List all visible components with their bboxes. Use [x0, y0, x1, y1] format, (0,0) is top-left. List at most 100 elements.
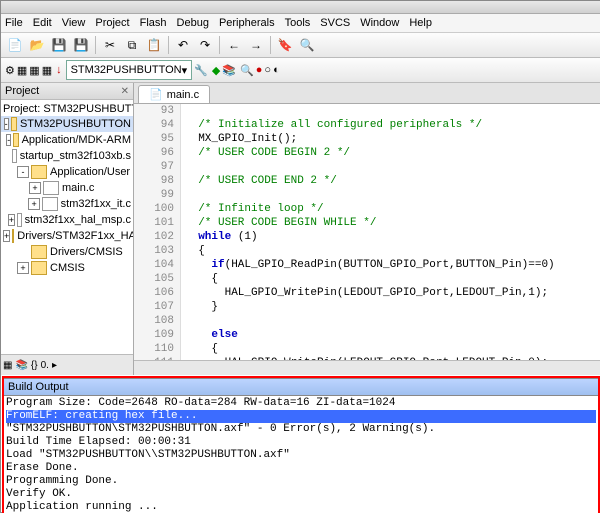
close-icon[interactable]: ✕ — [121, 86, 129, 97]
tree-item[interactable]: + stm32f1xx_it.c — [1, 196, 133, 212]
tree-item-label: Application/MDK-ARM — [22, 134, 131, 146]
toolbar-separator — [95, 36, 96, 54]
tree-item-label: Drivers/CMSIS — [50, 246, 123, 258]
tree-item[interactable]: startup_stm32f103xb.s — [1, 148, 133, 164]
build-icon[interactable]: ▦ — [17, 64, 27, 77]
copy-icon[interactable]: ⧉ — [122, 35, 142, 55]
tree-item[interactable]: -Application/MDK-ARM — [1, 132, 133, 148]
output-line: Erase Done. — [6, 462, 596, 475]
kill-breakpoint-icon[interactable]: ○ — [264, 64, 271, 76]
folder-icon — [31, 245, 47, 259]
build-output-highlight: Build Output Program Size: Code=2648 RO-… — [2, 376, 600, 513]
file-icon — [42, 197, 58, 211]
output-line: Programming Done. — [6, 475, 596, 488]
download-icon[interactable]: ↓ — [56, 64, 62, 76]
tree-twisty-icon[interactable]: + — [8, 214, 15, 226]
tree-item-label: startup_stm32f103xb.s — [20, 150, 131, 162]
output-line: Verify OK. — [6, 488, 596, 501]
tree-twisty-icon[interactable]: + — [17, 262, 29, 274]
tree-item-label: stm32f1xx_it.c — [61, 198, 131, 210]
editor-tab-main-c[interactable]: 📄 main.c — [138, 85, 210, 103]
menu-flash[interactable]: Flash — [140, 17, 167, 29]
code-area[interactable]: /* Initialize all configured peripherals… — [181, 104, 600, 360]
project-tree[interactable]: Project: STM32PUSHBUTTON -STM32PUSHBUTTO… — [1, 100, 133, 354]
tree-twisty-icon[interactable]: - — [17, 166, 29, 178]
undo-icon[interactable]: ↶ — [173, 35, 193, 55]
save-all-icon[interactable]: 💾 — [71, 35, 91, 55]
debug-icon[interactable]: 🔍 — [240, 64, 254, 77]
project-pane-label: Project — [5, 85, 39, 97]
tree-twisty-icon[interactable]: - — [4, 118, 9, 130]
folder-icon — [31, 165, 47, 179]
ide-window: File Edit View Project Flash Debug Perip… — [0, 0, 600, 513]
menu-file[interactable]: File — [5, 17, 23, 29]
folder-icon — [31, 261, 47, 275]
tree-twisty-icon[interactable]: + — [29, 182, 41, 194]
disable-breakpoint-icon[interactable]: ◐ — [273, 64, 280, 76]
title-bar — [1, 1, 600, 14]
tree-item-label: STM32PUSHBUTTON — [20, 118, 131, 130]
tree-item-label: CMSIS — [50, 262, 85, 274]
insert-breakpoint-icon[interactable]: ● — [256, 64, 263, 76]
find-icon[interactable]: 🔍 — [297, 35, 317, 55]
nav-back-icon[interactable]: ← — [224, 35, 244, 55]
code-editor[interactable]: 9394959697989910010110210310410510610710… — [134, 104, 600, 360]
tree-twisty-icon[interactable]: + — [3, 230, 10, 242]
save-icon[interactable]: 💾 — [49, 35, 69, 55]
tree-item[interactable]: + CMSIS — [1, 260, 133, 276]
books-icon[interactable]: 📚 — [222, 64, 236, 77]
rebuild-icon[interactable]: ▦ — [29, 64, 39, 77]
tree-item[interactable]: + Drivers/STM32F1xx_HAL_Driver — [1, 228, 133, 244]
target-select[interactable]: STM32PUSHBUTTON ▾ — [66, 60, 193, 80]
overflow-icon[interactable]: ▸ — [52, 360, 57, 371]
build-output-title: Build Output — [4, 378, 598, 396]
batch-build-icon[interactable]: ▦ — [42, 64, 52, 77]
bookmark-icon[interactable]: 🔖 — [275, 35, 295, 55]
manage-rte-icon[interactable]: ◆ — [212, 64, 220, 77]
menu-tools[interactable]: Tools — [285, 17, 311, 29]
folder-icon — [13, 133, 18, 147]
editor-pane: 📄 main.c 9394959697989910010110210310410… — [134, 83, 600, 375]
horizontal-scrollbar[interactable] — [134, 360, 600, 375]
tree-root[interactable]: Project: STM32PUSHBUTTON — [1, 102, 133, 116]
translate-icon[interactable]: ⚙ — [5, 64, 15, 77]
tree-item[interactable]: + stm32f1xx_hal_msp.c — [1, 212, 133, 228]
nav-fwd-icon[interactable]: → — [246, 35, 266, 55]
new-file-icon[interactable]: 📄 — [5, 35, 25, 55]
editor-tab-bar: 📄 main.c — [134, 83, 600, 104]
folder-icon — [11, 117, 17, 131]
tree-item-label: stm32f1xx_hal_msp.c — [25, 214, 131, 226]
menu-debug[interactable]: Debug — [177, 17, 209, 29]
tree-item[interactable]: +main.c — [1, 180, 133, 196]
tree-item[interactable]: Drivers/CMSIS — [1, 244, 133, 260]
functions-tab-icon[interactable]: {} — [31, 360, 38, 371]
cut-icon[interactable]: ✂ — [100, 35, 120, 55]
tree-item[interactable]: -Application/User — [1, 164, 133, 180]
build-toolbar: ⚙ ▦ ▦ ▦ ↓ STM32PUSHBUTTON ▾ 🔧 ◆ 📚 🔍 ● ○ … — [1, 58, 600, 83]
tree-item[interactable]: -STM32PUSHBUTTON — [1, 116, 133, 132]
output-line: FromELF: creating hex file... — [6, 410, 596, 423]
open-icon[interactable]: 📂 — [27, 35, 47, 55]
menu-help[interactable]: Help — [409, 17, 432, 29]
tree-twisty-icon[interactable]: - — [6, 134, 11, 146]
menu-view[interactable]: View — [62, 17, 86, 29]
target-name: STM32PUSHBUTTON — [71, 64, 182, 76]
menu-svcs[interactable]: SVCS — [320, 17, 350, 29]
tree-root-label: Project: STM32PUSHBUTTON — [3, 103, 133, 115]
templates-tab-icon[interactable]: 0. — [41, 360, 49, 371]
menu-project[interactable]: Project — [95, 17, 129, 29]
menu-window[interactable]: Window — [360, 17, 399, 29]
build-output-body[interactable]: Program Size: Code=2648 RO-data=284 RW-d… — [4, 396, 598, 513]
paste-icon[interactable]: 📋 — [144, 35, 164, 55]
menu-peripherals[interactable]: Peripherals — [219, 17, 275, 29]
options-icon[interactable]: 🔧 — [194, 64, 208, 77]
line-gutter: 9394959697989910010110210310410510610710… — [134, 104, 181, 360]
output-line: Application running ... — [6, 501, 596, 513]
redo-icon[interactable]: ↷ — [195, 35, 215, 55]
tree-twisty-icon[interactable]: + — [28, 198, 40, 210]
tree-item-label: Drivers/STM32F1xx_HAL_Driver — [17, 230, 133, 242]
books-tab-icon[interactable]: 📚 — [15, 360, 27, 371]
toolbar-separator — [168, 36, 169, 54]
menu-edit[interactable]: Edit — [33, 17, 52, 29]
project-tab-icon[interactable]: ▦ — [3, 360, 12, 371]
